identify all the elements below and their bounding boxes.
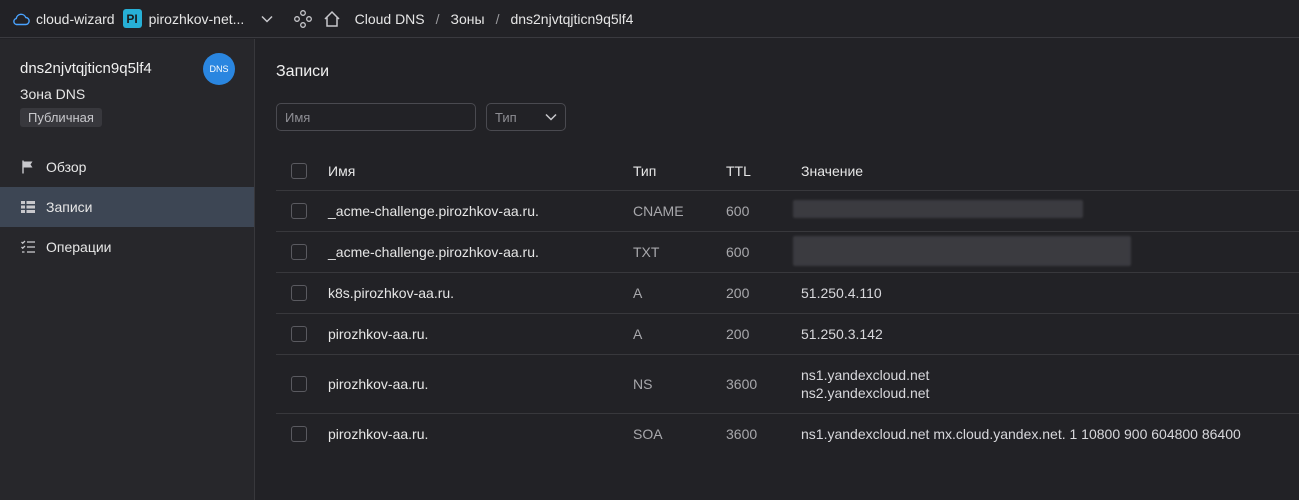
sidebar-item-label: Записи: [46, 199, 93, 215]
sidebar-item-records[interactable]: Записи: [0, 187, 254, 227]
zone-header: dns2njvtqjticn9q5lf4 Зона DNS Публичная …: [0, 39, 254, 147]
record-name: k8s.pirozhkov-aa.ru.: [328, 285, 455, 301]
cloud-icon: [12, 10, 30, 28]
visibility-badge: Публичная: [20, 108, 102, 127]
row-checkbox[interactable]: [291, 285, 307, 301]
operations-list-icon: [20, 238, 38, 256]
row-checkbox[interactable]: [291, 244, 307, 260]
column-header-ttl[interactable]: TTL: [726, 163, 751, 179]
record-ttl: 3600: [726, 426, 758, 442]
services-icon[interactable]: [293, 9, 313, 29]
chevron-down-icon[interactable]: [261, 12, 275, 26]
table-row[interactable]: pirozhkov-aa.ru. SOA 3600 ns1.yandexclou…: [276, 414, 1299, 455]
table-row[interactable]: _acme-challenge.pirozhkov-aa.ru. TXT 600: [276, 232, 1299, 273]
select-all-checkbox[interactable]: [291, 163, 307, 179]
record-name: _acme-challenge.pirozhkov-aa.ru.: [328, 203, 539, 219]
folder-name[interactable]: pirozhkov-net...: [149, 11, 249, 27]
breadcrumb-zones[interactable]: Зоны: [451, 11, 485, 27]
record-ttl: 3600: [726, 376, 758, 392]
page-title: Записи: [276, 63, 330, 80]
column-header-value[interactable]: Значение: [801, 162, 863, 180]
sidebar: dns2njvtqjticn9q5lf4 Зона DNS Публичная …: [0, 39, 255, 500]
record-type: A: [633, 326, 643, 342]
record-name: _acme-challenge.pirozhkov-aa.ru.: [328, 244, 539, 260]
chevron-down-icon: [545, 113, 557, 121]
breadcrumb-zone: dns2njvtqjticn9q5lf4: [510, 10, 634, 27]
folder-badge: PI: [122, 9, 142, 28]
records-list-icon: [20, 198, 38, 216]
record-value: ns2.yandexcloud.net: [801, 385, 930, 401]
breadcrumb-cloud-dns[interactable]: Cloud DNS: [355, 11, 425, 27]
table-row[interactable]: k8s.pirozhkov-aa.ru. A 200 51.250.4.110: [276, 273, 1299, 314]
table-row[interactable]: pirozhkov-aa.ru. A 200 51.250.3.142: [276, 314, 1299, 355]
type-select-label: Тип: [495, 109, 517, 125]
record-type: TXT: [633, 244, 660, 260]
record-value: ns1.yandexcloud.net mx.cloud.yandex.net.…: [801, 426, 1241, 442]
sidebar-item-overview[interactable]: Обзор: [0, 147, 254, 187]
sidebar-item-label: Операции: [46, 239, 112, 255]
row-checkbox[interactable]: [291, 376, 307, 392]
search-input[interactable]: Имя: [276, 103, 476, 131]
flag-icon: [20, 158, 38, 176]
record-ttl: 200: [726, 285, 750, 301]
redacted-value: [793, 200, 1083, 218]
record-type: SOA: [633, 426, 663, 442]
top-bar: cloud-wizard PI pirozhkov-net... Cloud D…: [0, 0, 1299, 38]
home-icon[interactable]: [323, 10, 341, 28]
sidebar-item-operations[interactable]: Операции: [0, 227, 254, 267]
record-value: 51.250.4.110: [801, 285, 882, 301]
column-header-name[interactable]: Имя: [328, 163, 355, 179]
type-select[interactable]: Тип: [486, 103, 566, 131]
column-header-type[interactable]: Тип: [633, 163, 656, 179]
cloud-name[interactable]: cloud-wizard: [36, 11, 115, 27]
record-ttl: 200: [726, 326, 750, 342]
record-value: 51.250.3.142: [801, 326, 883, 342]
table-row[interactable]: _acme-challenge.pirozhkov-aa.ru. CNAME 6…: [276, 191, 1299, 232]
breadcrumb-separator: /: [495, 10, 500, 27]
records-table: Имя Тип TTL Значение _acme-challenge.pir…: [276, 151, 1299, 455]
dns-avatar: DNS: [203, 53, 235, 85]
zone-type: Зона DNS: [20, 86, 86, 102]
record-name: pirozhkov-aa.ru.: [328, 426, 429, 442]
table-row[interactable]: pirozhkov-aa.ru. NS 3600 ns1.yandexcloud…: [276, 355, 1299, 414]
record-value: ns1.yandexcloud.net: [801, 367, 930, 383]
record-ttl: 600: [726, 203, 750, 219]
record-ttl: 600: [726, 244, 750, 260]
row-checkbox[interactable]: [291, 426, 307, 442]
main-content: Записи Имя Тип Имя Тип TTL Значение _acm…: [256, 39, 1299, 500]
record-name: pirozhkov-aa.ru.: [328, 326, 429, 342]
row-checkbox[interactable]: [291, 203, 307, 219]
record-type: NS: [633, 376, 653, 392]
record-name: pirozhkov-aa.ru.: [328, 376, 429, 392]
record-type: A: [633, 285, 643, 301]
sidebar-item-label: Обзор: [46, 159, 87, 175]
table-header: Имя Тип TTL Значение: [276, 151, 1299, 191]
breadcrumb-separator: /: [435, 10, 440, 27]
zone-title: dns2njvtqjticn9q5lf4: [20, 60, 152, 77]
redacted-value: [793, 236, 1131, 266]
record-type: CNAME: [633, 203, 684, 219]
row-checkbox[interactable]: [291, 326, 307, 342]
